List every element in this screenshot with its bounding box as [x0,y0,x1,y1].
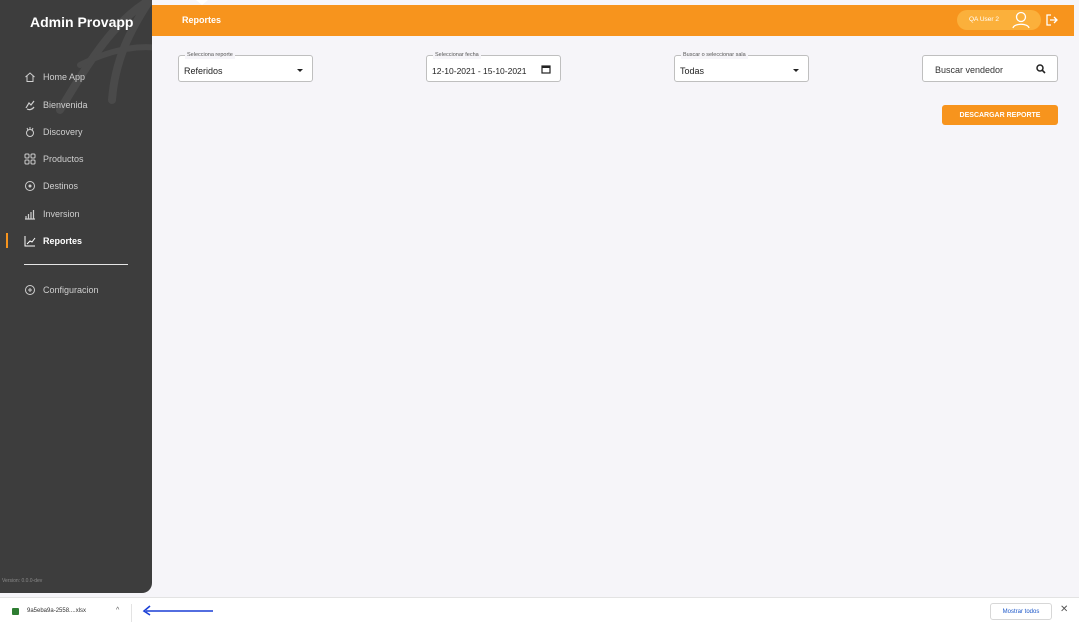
seller-search-placeholder: Buscar vendedor [935,65,1004,75]
room-select-value: Todas [680,66,705,76]
sidebar-item-label: Configuracion [43,285,99,295]
sidebar-item-destinos[interactable]: Destinos [0,175,152,197]
arrow-left-icon [142,605,213,616]
downloaded-file-name[interactable]: 9a5eba9a-2558....xlsx [27,608,86,614]
date-range-field[interactable]: Seleccionar fecha 12-10-2021 - 15-10-202… [426,51,561,82]
close-icon[interactable]: ✕ [1060,604,1068,615]
discovery-icon [24,126,36,138]
sidebar-item-label: Reportes [43,236,83,246]
sidebar-item-label: Home App [43,72,86,82]
sidebar-divider [24,264,128,265]
sidebar-item-bienvenida[interactable]: Bienvenida [0,94,152,116]
active-marker [6,233,8,248]
sidebar-item-discovery[interactable]: Discovery [0,121,152,143]
settings-icon [24,284,36,296]
brand-title: Admin Provapp [30,14,134,30]
seller-search-input[interactable]: Buscar vendedor [922,55,1058,82]
date-range-label: Seleccionar fecha [433,51,481,59]
grid-icon [24,153,36,165]
bar-chart-icon [24,208,36,220]
sidebar-item-home-app[interactable]: Home App [0,66,152,88]
sidebar-item-label: Bienvenida [43,100,88,110]
sidebar-item-label: Destinos [43,181,79,191]
user-icon [1012,11,1030,29]
top-bar: Reportes QA User 2 [152,0,1074,36]
download-report-button[interactable]: DESCARGAR REPORTE [942,105,1058,125]
line-chart-icon [24,235,36,247]
app-window: Admin Provapp Home App Bienvenida Discov… [0,0,1079,597]
chevron-up-icon[interactable]: ^ [116,607,119,614]
sidebar: Admin Provapp Home App Bienvenida Discov… [0,0,152,593]
sidebar-item-label: Discovery [43,127,83,137]
sidebar-item-label: Inversion [43,209,80,219]
download-bar-separator [131,604,132,622]
browser-download-bar: 9a5eba9a-2558....xlsx ^ Mostrar todos ✕ [0,597,1079,627]
sidebar-item-reportes[interactable]: Reportes [0,230,152,252]
version-label: Version: 0.0.0-dev [2,578,43,584]
active-tab-notch [196,0,208,5]
hands-icon [24,99,36,111]
room-select[interactable]: Buscar o seleccionar sala Todas [674,51,809,82]
sidebar-item-label: Productos [43,154,84,164]
show-all-button[interactable]: Mostrar todos [990,603,1052,620]
date-range-value: 12-10-2021 - 15-10-2021 [432,66,527,76]
user-name: QA User 2 [969,16,999,23]
report-select-label: Selecciona reporte [185,51,235,59]
chevron-down-icon [297,69,303,72]
spreadsheet-file-icon [12,608,19,615]
sidebar-item-productos[interactable]: Productos [0,148,152,170]
chevron-down-icon [793,69,799,72]
location-icon [24,180,36,192]
report-select-value: Referidos [184,66,223,76]
search-icon[interactable] [1036,64,1046,74]
sidebar-item-configuracion[interactable]: Configuracion [0,279,152,301]
calendar-icon[interactable] [541,64,551,74]
logout-icon[interactable] [1045,13,1059,27]
home-icon [24,71,36,83]
sidebar-item-inversion[interactable]: Inversion [0,203,152,225]
user-menu[interactable]: QA User 2 [957,10,1041,30]
report-select[interactable]: Selecciona reporte Referidos [178,51,313,82]
page-title: Reportes [182,15,222,25]
room-select-label: Buscar o seleccionar sala [681,51,748,59]
